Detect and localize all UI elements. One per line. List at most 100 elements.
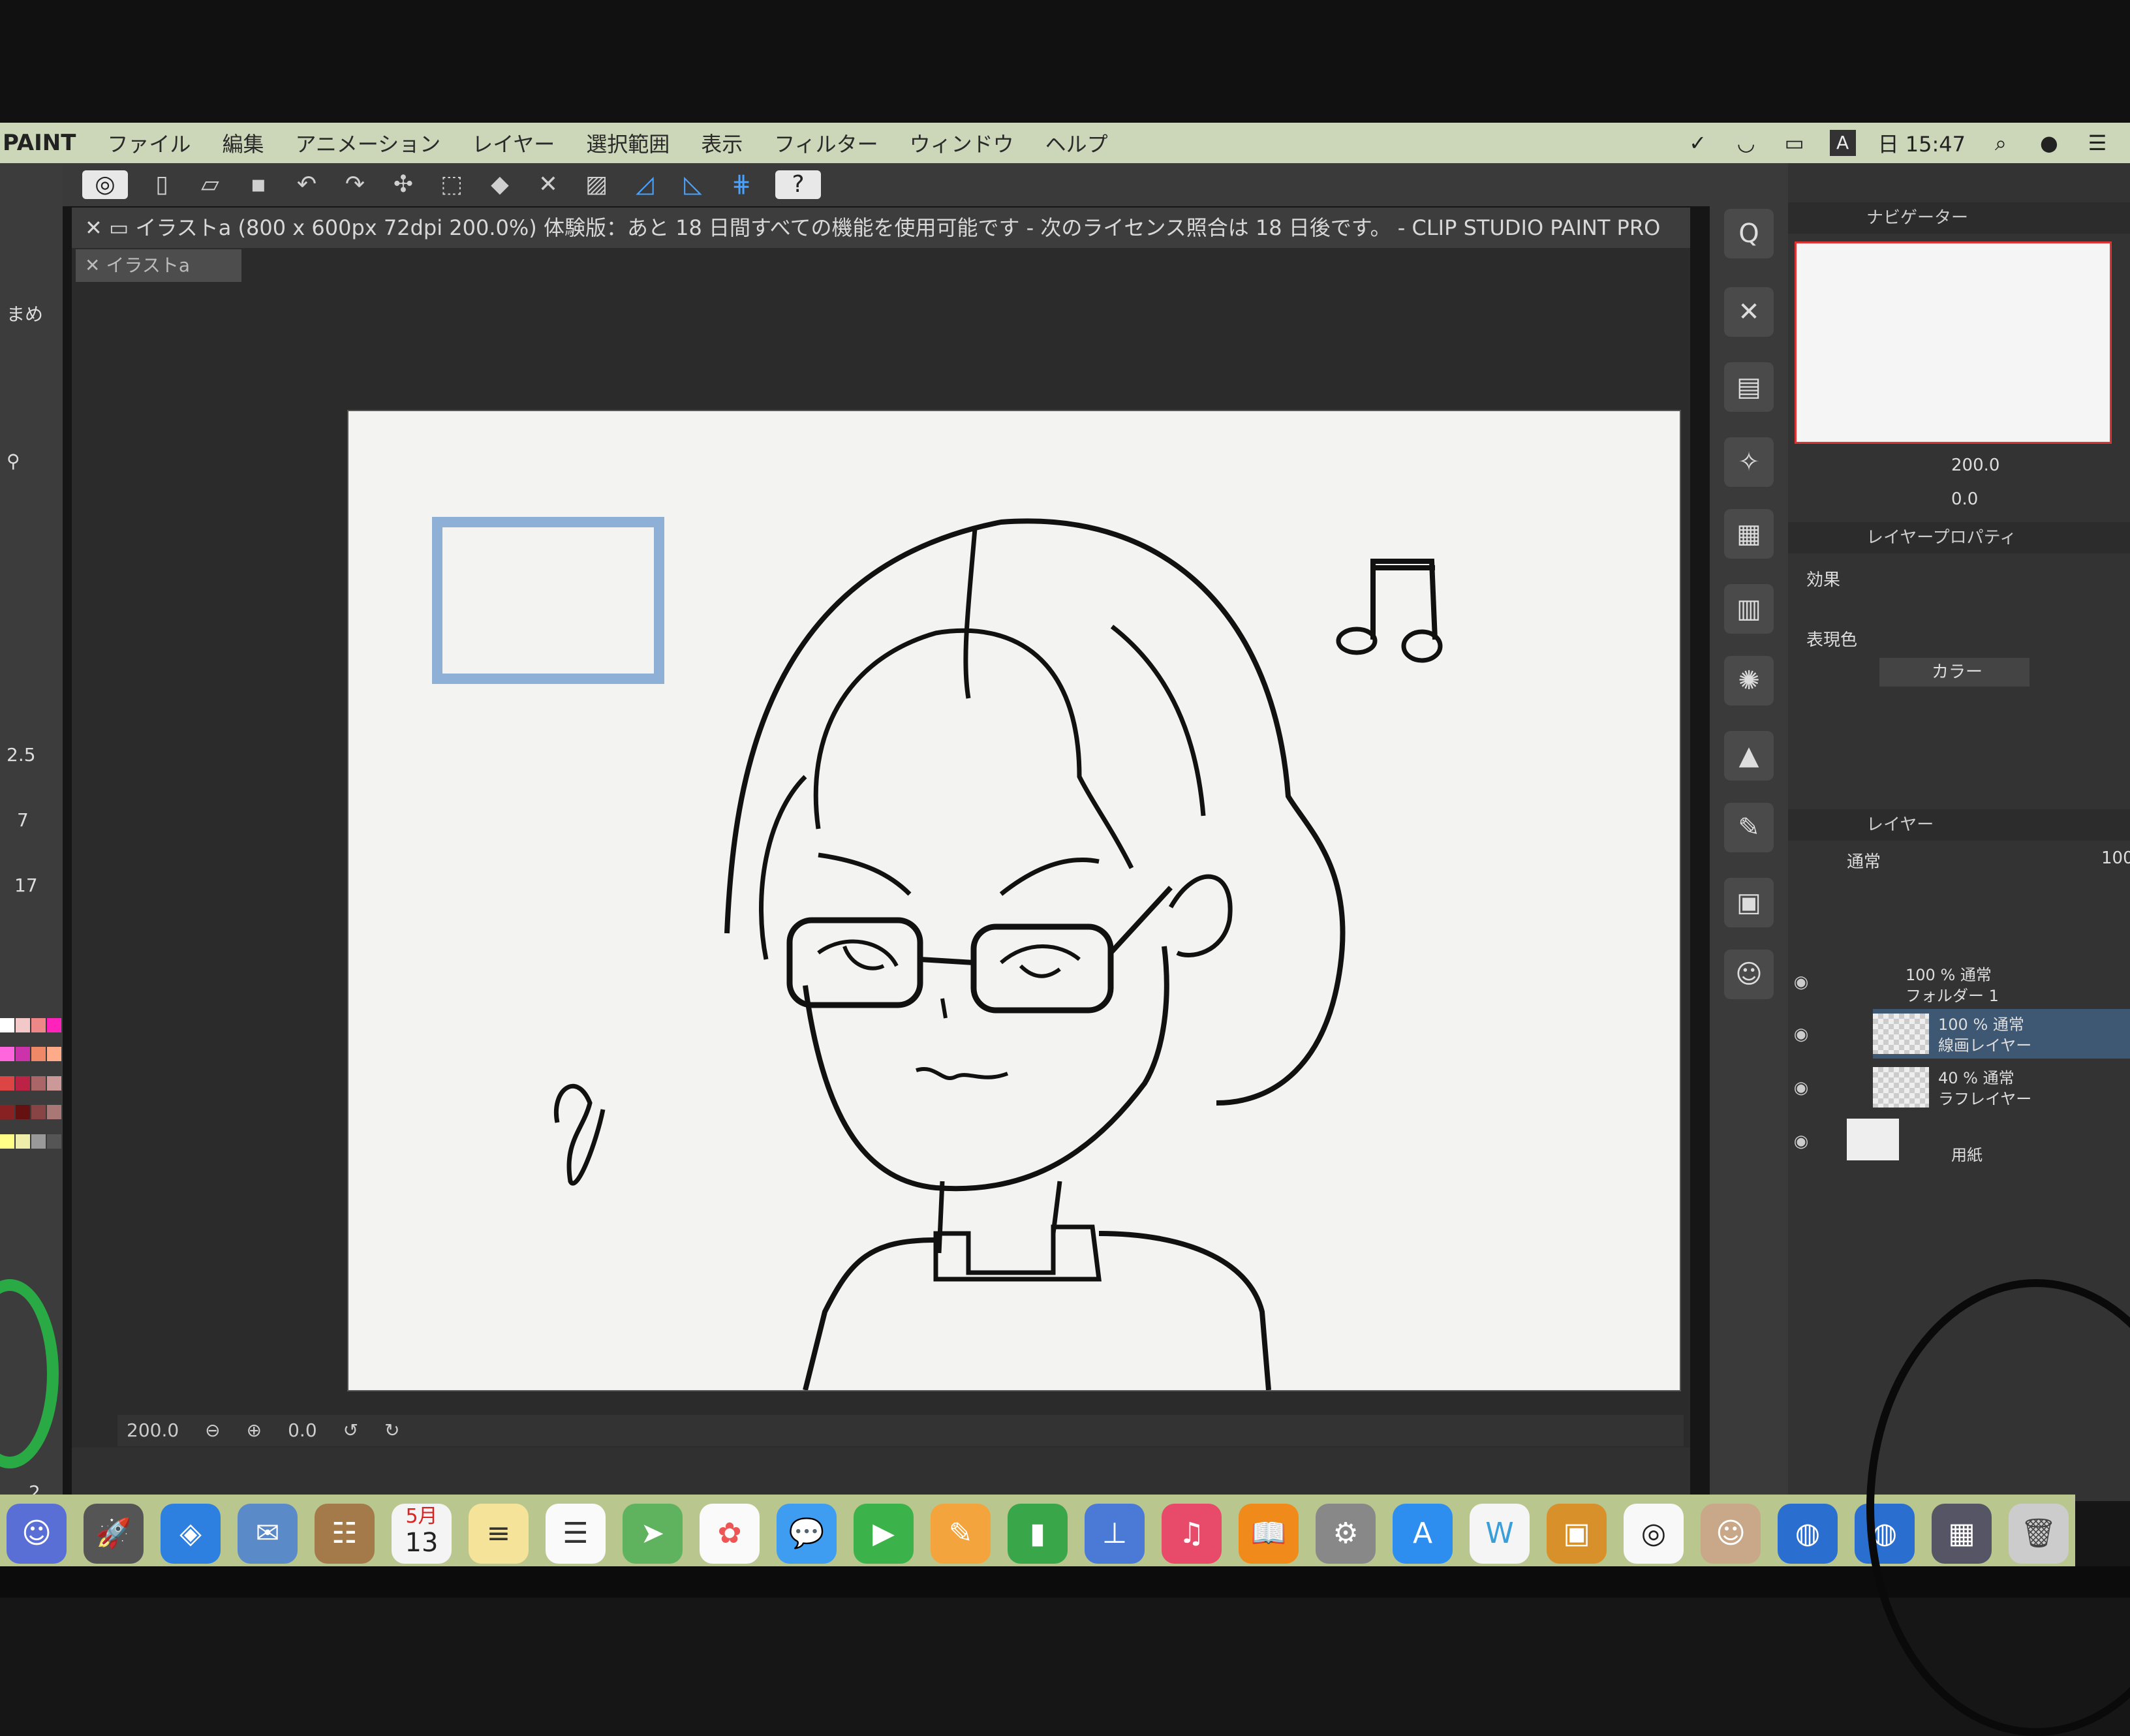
menu-file[interactable]: ファイル <box>107 128 191 158</box>
app-store-icon[interactable]: A <box>1393 1504 1453 1564</box>
palette-swatch[interactable] <box>0 1047 14 1062</box>
navigator-panel-header[interactable]: ナビゲーター <box>1788 202 2130 234</box>
new-file-icon[interactable]: ▯ <box>147 170 176 199</box>
menu-edit[interactable]: 編集 <box>222 128 264 158</box>
notification-center-icon[interactable]: ☰ <box>2084 130 2110 156</box>
safari-icon[interactable]: ◈ <box>161 1504 221 1564</box>
brush-size-2-5[interactable]: 2.5 <box>7 744 36 766</box>
fill-icon[interactable]: ◆ <box>486 170 514 199</box>
figure-icon[interactable]: ☺ <box>1724 950 1774 999</box>
clip-studio-icon[interactable]: ◎ <box>1624 1504 1684 1564</box>
palette-swatch[interactable] <box>0 1018 14 1032</box>
globe-icon[interactable]: ◍ <box>1778 1504 1838 1564</box>
notes-icon[interactable]: ≡ <box>469 1504 529 1564</box>
clear-icon[interactable]: ✣ <box>389 170 418 199</box>
box-icon[interactable]: ▣ <box>1724 878 1774 927</box>
calendar-icon[interactable]: 5月 13 <box>392 1504 452 1564</box>
palette-swatch[interactable] <box>31 1018 46 1032</box>
color-palette[interactable] <box>0 1018 63 1162</box>
palette-swatch[interactable] <box>31 1047 46 1062</box>
wifi-icon[interactable]: ◡ <box>1733 130 1759 156</box>
layer-row-paper[interactable]: 用紙 <box>1847 1116 2104 1166</box>
zoom-readout[interactable]: 200.0 <box>127 1415 179 1446</box>
input-method-icon[interactable]: A <box>1829 130 1856 156</box>
menu-view[interactable]: 表示 <box>701 128 743 158</box>
clip-studio-logo-icon[interactable]: ◎ <box>82 170 128 199</box>
close-document-icon[interactable]: ✕ ▭ <box>85 215 135 240</box>
zoom-out-icon[interactable]: ⊖ <box>205 1415 220 1446</box>
pages-icon[interactable]: ✎ <box>931 1504 991 1564</box>
rotation-readout[interactable]: 0.0 <box>288 1415 317 1446</box>
user-photo-icon[interactable]: ☺ <box>1701 1504 1761 1564</box>
layer-opacity[interactable]: 100 <box>2101 848 2130 868</box>
image-viewer-icon[interactable]: ▣ <box>1547 1504 1607 1564</box>
selection-tool-icon[interactable]: ▨ <box>582 170 611 199</box>
siri-icon[interactable]: ● <box>2036 130 2062 156</box>
palette-swatch[interactable] <box>16 1047 30 1062</box>
sub-tool-icon[interactable]: ✕ <box>1724 287 1774 337</box>
blend-mode-select[interactable]: 通常 <box>1847 848 1881 873</box>
magnifier-icon[interactable]: ⚲ <box>7 450 20 472</box>
snap-special-ruler-icon[interactable]: ◺ <box>679 170 707 199</box>
menu-animation[interactable]: アニメーション <box>295 128 440 158</box>
palette-swatch[interactable] <box>47 1105 61 1120</box>
pen-icon[interactable]: ✎ <box>1724 803 1774 852</box>
close-tab-icon[interactable]: ✕ <box>85 255 106 276</box>
layer-panel-header[interactable]: レイヤー <box>1788 809 2130 841</box>
visibility-eye-icon[interactable]: ◉ <box>1788 972 1814 992</box>
finder-icon[interactable]: ☺ <box>7 1504 67 1564</box>
snap-ruler-icon[interactable]: ◿ <box>630 170 659 199</box>
undo-icon[interactable]: ↶ <box>292 170 321 199</box>
redo-icon[interactable]: ↷ <box>341 170 369 199</box>
layer-property-header[interactable]: レイヤープロパティ <box>1788 522 2130 553</box>
layer-row-rough[interactable]: 40 % 通常 ラフレイヤー <box>1873 1062 2130 1112</box>
image-icon[interactable]: ▲ <box>1724 731 1774 781</box>
app-menu-name[interactable]: PAINT <box>3 130 76 156</box>
palette-swatch[interactable] <box>31 1076 46 1091</box>
palette-swatch[interactable] <box>47 1018 61 1032</box>
battery-icon[interactable]: ▭ <box>1782 130 1808 156</box>
checkmark-circle-icon[interactable]: ✓ <box>1685 130 1711 156</box>
palette-swatch[interactable] <box>0 1134 14 1149</box>
palette-swatch[interactable] <box>47 1076 61 1091</box>
menu-selection[interactable]: 選択範囲 <box>586 128 670 158</box>
maps-icon[interactable]: ➤ <box>623 1504 683 1564</box>
search-icon[interactable]: Q <box>1724 209 1774 258</box>
menu-help[interactable]: ヘルプ <box>1045 128 1108 158</box>
brush-size-7[interactable]: 7 <box>17 809 29 831</box>
photos-icon[interactable]: ✿ <box>700 1504 760 1564</box>
palette-swatch[interactable] <box>0 1076 14 1091</box>
effect-icon[interactable]: ✺ <box>1724 656 1774 705</box>
word-app-icon[interactable]: W <box>1470 1504 1530 1564</box>
open-file-icon[interactable]: ▱ <box>196 170 224 199</box>
palette-swatch[interactable] <box>31 1134 46 1149</box>
contacts-icon[interactable]: ☷ <box>315 1504 375 1564</box>
palette-swatch[interactable] <box>31 1105 46 1120</box>
help-icon[interactable]: ? <box>775 170 821 199</box>
menu-layer[interactable]: レイヤー <box>472 128 555 158</box>
ibooks-icon[interactable]: 📖 <box>1239 1504 1299 1564</box>
material-icon[interactable]: ▤ <box>1724 362 1774 412</box>
navigator-zoom[interactable]: 200.0 <box>1951 456 1999 475</box>
drawing-canvas[interactable] <box>348 411 1680 1390</box>
spotlight-search-icon[interactable]: ⌕ <box>1988 130 2014 156</box>
palette-swatch[interactable] <box>47 1047 61 1062</box>
expression-color-select[interactable]: カラー <box>1879 658 2030 687</box>
palette-swatch[interactable] <box>16 1105 30 1120</box>
reminders-icon[interactable]: ☰ <box>546 1504 606 1564</box>
left-dock-tab-label[interactable]: まめ <box>7 300 43 326</box>
checker-icon[interactable]: ▦ <box>1724 509 1774 559</box>
crop-icon[interactable]: ✕ <box>534 170 563 199</box>
keynote-icon[interactable]: ⊥ <box>1085 1504 1145 1564</box>
layer-row-lineart[interactable]: 100 % 通常 線画レイヤー <box>1873 1009 2130 1059</box>
palette-swatch[interactable] <box>16 1134 30 1149</box>
layer-row-folder[interactable]: 100 % 通常 フォルダー 1 <box>1873 959 2130 1009</box>
menu-filter[interactable]: フィルター <box>774 128 878 158</box>
navigator-thumbnail[interactable] <box>1795 241 2112 444</box>
system-preferences-icon[interactable]: ⚙ <box>1316 1504 1376 1564</box>
mail-icon[interactable]: ✉ <box>238 1504 298 1564</box>
transform-icon[interactable]: ⬚ <box>437 170 466 199</box>
launchpad-icon[interactable]: 🚀 <box>84 1504 144 1564</box>
palette-swatch[interactable] <box>0 1105 14 1120</box>
palette-swatch[interactable] <box>47 1134 61 1149</box>
